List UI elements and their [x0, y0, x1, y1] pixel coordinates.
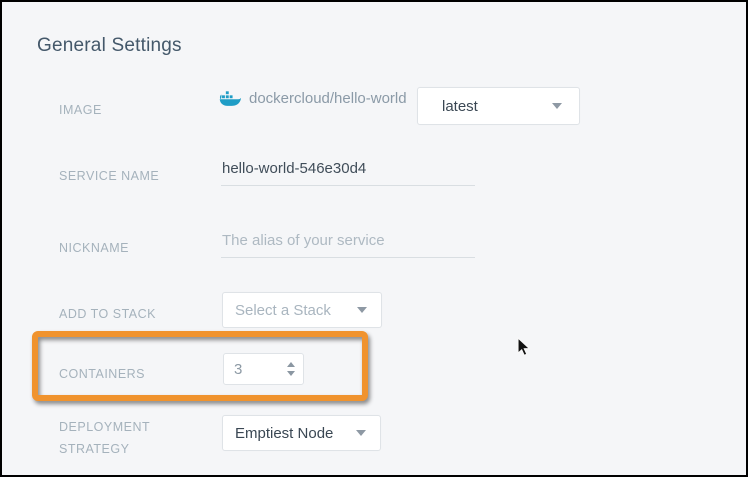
mouse-cursor-icon	[516, 337, 531, 358]
chevron-down-icon	[356, 430, 366, 436]
stack-dropdown-placeholder: Select a Stack	[235, 302, 331, 319]
image-repository-name: dockercloud/hello-world	[249, 90, 407, 107]
service-name-label: SERVICE NAME	[59, 165, 159, 187]
add-to-stack-label: ADD TO STACK	[59, 303, 156, 325]
service-name-input[interactable]	[221, 160, 475, 186]
image-repository: dockercloud/hello-world	[218, 90, 407, 107]
stepper-down-icon[interactable]	[287, 371, 295, 376]
image-tag-selected: latest	[442, 98, 478, 115]
image-label: IMAGE	[59, 99, 102, 121]
page-title: General Settings	[37, 35, 182, 57]
chevron-down-icon	[552, 103, 562, 109]
deployment-strategy-dropdown[interactable]: Emptiest Node	[222, 415, 381, 451]
containers-label: CONTAINERS	[59, 363, 145, 385]
general-settings-panel: General Settings IMAGE dockercloud/hello…	[0, 0, 748, 477]
stack-dropdown[interactable]: Select a Stack	[222, 292, 382, 328]
stepper-arrows	[287, 362, 295, 376]
chevron-down-icon	[357, 307, 367, 313]
nickname-label: NICKNAME	[59, 237, 129, 259]
docker-whale-icon	[218, 90, 241, 107]
stepper-up-icon[interactable]	[287, 362, 295, 367]
containers-value: 3	[234, 361, 242, 378]
image-tag-dropdown[interactable]: latest	[417, 87, 580, 125]
deployment-strategy-selected: Emptiest Node	[235, 425, 333, 442]
containers-stepper[interactable]: 3	[223, 353, 304, 385]
deployment-strategy-label: DEPLOYMENT STRATEGY	[59, 416, 169, 460]
nickname-input[interactable]	[221, 232, 475, 258]
